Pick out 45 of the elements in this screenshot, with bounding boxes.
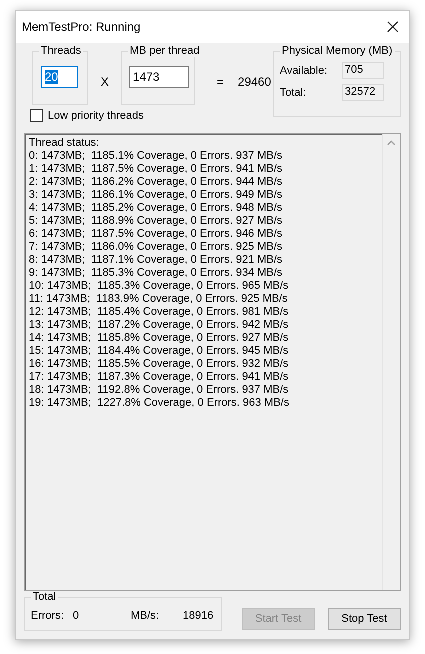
errors-label: Errors: <box>31 610 65 622</box>
readonly-field: 32572 <box>342 84 384 101</box>
log-line: 11: 1473MB; 1183.9% Coverage, 0 Errors. 925 MB/s <box>29 293 289 306</box>
log-line: 0: 1473MB; 1185.1% Coverage, 0 Errors. 937 MB/s <box>29 150 284 163</box>
scrollbar[interactable] <box>382 134 400 590</box>
log-line: 2: 1473MB; 1186.2% Coverage, 0 Errors. 944 MB/s <box>29 176 284 189</box>
log-line: 16: 1473MB; 1185.5% Coverage, 0 Errors. 932 MB/s <box>29 358 290 371</box>
log-line: 7: 1473MB; 1186.0% Coverage, 0 Errors. 925 MB/s <box>29 241 284 254</box>
field-label: Total: <box>280 86 308 98</box>
log-line: Thread status: <box>29 137 100 150</box>
group-title: MB per thread <box>128 45 202 57</box>
log-line: 4: 1473MB; 1185.2% Coverage, 0 Errors. 948 MB/s <box>29 202 284 215</box>
log-line: 19: 1473MB; 1227.8% Coverage, 0 Errors. 963 MB/s <box>29 397 290 410</box>
stop-button[interactable]: Stop Test <box>328 608 401 630</box>
log-line: 8: 1473MB; 1187.1% Coverage, 0 Errors. 921 MB/s <box>29 254 284 267</box>
errors-value: 0 <box>73 610 80 622</box>
close-icon[interactable] <box>387 21 399 33</box>
rate-label: MB/s: <box>131 610 160 622</box>
log-line: 1: 1473MB; 1187.5% Coverage, 0 Errors. 941 MB/s <box>29 163 284 176</box>
window-title: MemTestPro: Running <box>22 20 141 34</box>
log-line: 18: 1473MB; 1192.8% Coverage, 0 Errors. 937 MB/s <box>29 384 290 397</box>
log-line: 5: 1473MB; 1188.9% Coverage, 0 Errors. 927 MB/s <box>29 215 284 228</box>
log-line: 6: 1473MB; 1187.5% Coverage, 0 Errors. 946 MB/s <box>29 228 284 241</box>
multiply-sign: X <box>101 75 110 89</box>
threads-value: 20 <box>45 70 58 84</box>
group-title: Total <box>31 591 58 603</box>
group-title: Physical Memory (MB) <box>280 45 395 57</box>
rate-value: 18916 <box>183 610 214 622</box>
log-line: 17: 1473MB; 1187.3% Coverage, 0 Errors. 941 MB/s <box>29 371 290 384</box>
total-mb-value: 29460 <box>238 75 272 89</box>
mb-per-thread-field[interactable]: 1473 <box>129 66 190 88</box>
log-line: 14: 1473MB; 1185.8% Coverage, 0 Errors. 927 MB/s <box>29 332 290 345</box>
equals-sign: = <box>217 75 224 89</box>
log-line: 3: 1473MB; 1186.1% Coverage, 0 Errors. 949 MB/s <box>29 189 284 202</box>
threads-field[interactable]: 20 <box>41 66 78 88</box>
checkbox-label[interactable]: Low priority threads <box>48 110 144 122</box>
checkbox[interactable] <box>30 109 43 122</box>
log-line: 10: 1473MB; 1185.3% Coverage, 0 Errors. 965 MB/s <box>29 280 290 293</box>
log-line: 13: 1473MB; 1187.2% Coverage, 0 Errors. 942 MB/s <box>29 319 290 332</box>
field-label: Available: <box>280 64 328 76</box>
group-title: Threads <box>39 45 84 57</box>
readonly-field: 705 <box>342 62 384 79</box>
log-line: 12: 1473MB; 1185.4% Coverage, 0 Errors. 981 MB/s <box>29 306 290 319</box>
log-line: 15: 1473MB; 1184.4% Coverage, 0 Errors. 945 MB/s <box>29 345 290 358</box>
log-line: 9: 1473MB; 1185.3% Coverage, 0 Errors. 934 MB/s <box>29 267 284 280</box>
